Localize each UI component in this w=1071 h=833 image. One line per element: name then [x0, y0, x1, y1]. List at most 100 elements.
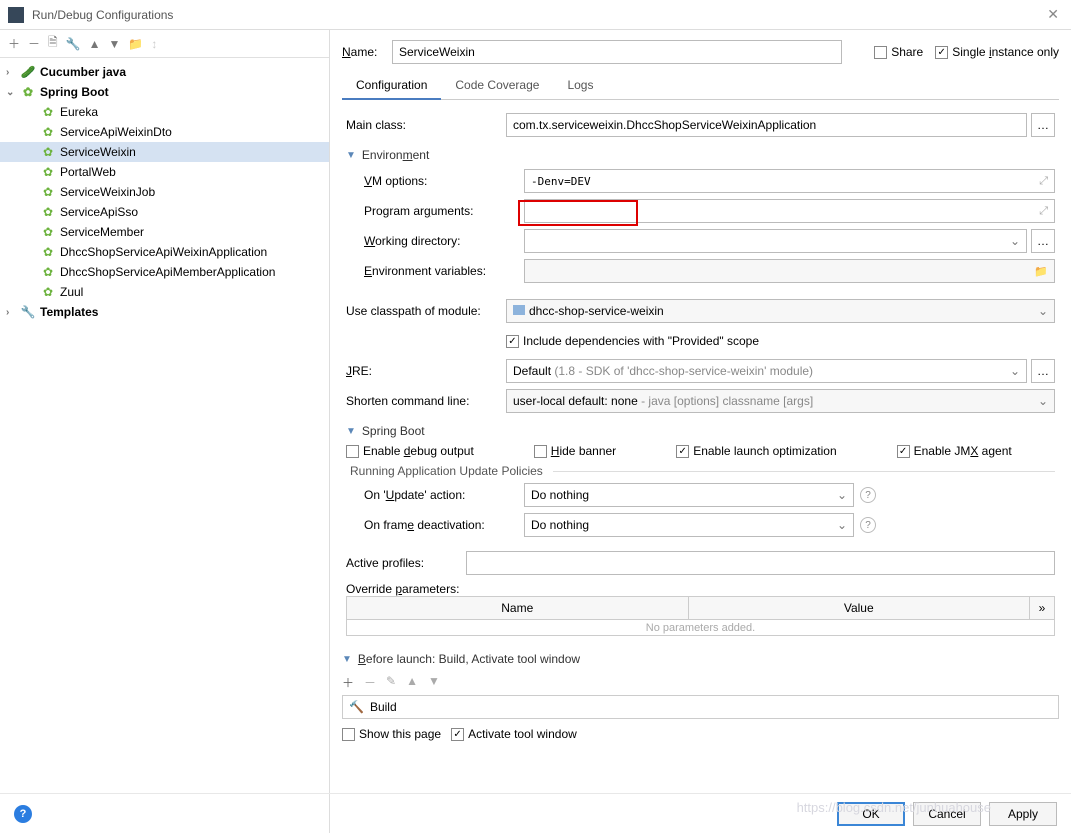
enable-launch-checkbox[interactable]: Enable launch optimization	[676, 444, 836, 458]
tree-item[interactable]: ✿PortalWeb	[0, 162, 329, 182]
environment-section[interactable]: ▼Environment	[346, 148, 1055, 162]
bl-up-icon[interactable]: ▲	[406, 674, 418, 691]
tree-item[interactable]: ✿ServiceApiSso	[0, 202, 329, 222]
cancel-button[interactable]: Cancel	[913, 802, 981, 826]
env-vars-input[interactable]: 📁	[524, 259, 1055, 283]
tree-item[interactable]: ✿DhccShopServiceApiMemberApplication	[0, 262, 329, 282]
tree-springboot[interactable]: ⌄✿ Spring Boot	[0, 82, 329, 102]
enable-jmx-checkbox[interactable]: Enable JMX agent	[897, 444, 1012, 458]
apply-button[interactable]: Apply	[989, 802, 1057, 826]
build-task-row[interactable]: 🔨 Build	[342, 695, 1059, 719]
name-input[interactable]	[392, 40, 842, 64]
share-label: Share	[891, 45, 923, 59]
expand-icon[interactable]: ⤢	[1039, 205, 1048, 218]
tab-configuration[interactable]: Configuration	[342, 72, 441, 100]
help-icon[interactable]: ?	[860, 517, 876, 533]
tree-item[interactable]: ✿ Zuul	[0, 282, 329, 302]
shorten-label: Shorten command line:	[346, 394, 506, 408]
folder-icon[interactable]: 📁	[1034, 265, 1048, 278]
spring-leaf-icon: ✿	[40, 284, 56, 300]
hide-banner-checkbox[interactable]: Hide banner	[534, 444, 616, 458]
tree-item[interactable]: ✿ DhccShopServiceApiWeixinApplication	[0, 242, 329, 262]
jre-label: JRE:	[346, 364, 506, 378]
folder-action-icon[interactable]: 📁	[128, 37, 143, 51]
up-icon[interactable]: ▲	[89, 37, 101, 51]
tree-item[interactable]: ✿ServiceApiWeixinDto	[0, 122, 329, 142]
tree-templates[interactable]: ›🔧 Templates	[0, 302, 329, 322]
spring-leaf-icon: ✿	[40, 224, 56, 240]
hammer-icon: 🔨	[349, 700, 364, 714]
working-dir-input[interactable]: ⌄	[524, 229, 1027, 253]
env-vars-label: Environment variables:	[364, 264, 524, 278]
update-action-select[interactable]: Do nothing⌄	[524, 483, 854, 507]
jre-select[interactable]: Default (1.8 - SDK of 'dhcc-shop-service…	[506, 359, 1027, 383]
frame-deactivation-label: On frame deactivation:	[364, 518, 524, 532]
wrench-icon[interactable]: 🔧	[66, 37, 81, 51]
tree-label: PortalWeb	[60, 165, 116, 179]
classpath-select[interactable]: dhcc-shop-service-weixin⌄	[506, 299, 1055, 323]
tree-cucumber[interactable]: ›🥒 Cucumber java	[0, 62, 329, 82]
before-launch-section[interactable]: ▼Before launch: Build, Activate tool win…	[342, 652, 1059, 666]
build-task-label: Build	[370, 700, 397, 714]
config-tree[interactable]: ›🥒 Cucumber java ⌄✿ Spring Boot ✿Eureka …	[0, 58, 329, 803]
program-args-label: Program arguments:	[364, 204, 524, 218]
hide-banner-label: Hide banner	[551, 444, 616, 458]
single-instance-checkbox[interactable]: Single instance only	[935, 45, 1059, 59]
tab-logs[interactable]: Logs	[553, 72, 607, 99]
activate-tool-window-checkbox[interactable]: Activate tool window	[451, 727, 577, 741]
close-icon[interactable]: ✕	[1043, 6, 1063, 23]
titlebar: Run/Debug Configurations ✕	[0, 0, 1071, 30]
override-params-label: Override parameters:	[346, 582, 1055, 596]
bl-edit-icon[interactable]: ✎	[386, 674, 396, 691]
bl-add-icon[interactable]: ＋	[342, 674, 354, 691]
before-launch-toolbar: ＋ － ✎ ▲ ▼	[342, 670, 1059, 695]
override-params-table[interactable]: Name Value » No parameters added.	[346, 596, 1055, 636]
tree-label: Zuul	[60, 285, 83, 299]
spring-leaf-icon: ✿	[40, 104, 56, 120]
enable-debug-label: Enable debug output	[363, 444, 474, 458]
main-class-label: Main class:	[346, 118, 506, 132]
program-args-input[interactable]: ⤢	[524, 199, 1055, 223]
enable-debug-checkbox[interactable]: Enable debug output	[346, 444, 474, 458]
tree-label: ServiceApiSso	[60, 205, 138, 219]
springboot-section[interactable]: ▼Spring Boot	[346, 424, 1055, 438]
tree-item[interactable]: ✿ServiceWeixinJob	[0, 182, 329, 202]
ok-button[interactable]: OK	[837, 802, 905, 826]
frame-deactivation-select[interactable]: Do nothing⌄	[524, 513, 854, 537]
tree-label: DhccShopServiceApiWeixinApplication	[60, 245, 267, 259]
show-this-page-checkbox[interactable]: Show this page	[342, 727, 441, 741]
add-icon[interactable]: ＋	[8, 35, 20, 52]
remove-icon[interactable]: －	[28, 35, 40, 52]
down-icon[interactable]: ▼	[109, 37, 121, 51]
tree-item[interactable]: ✿ServiceMember	[0, 222, 329, 242]
shorten-select[interactable]: user-local default: none - java [options…	[506, 389, 1055, 413]
single-instance-label: Single instance only	[952, 45, 1059, 59]
jre-browse[interactable]: …	[1031, 359, 1055, 383]
expand-icon[interactable]: ⤢	[1039, 175, 1048, 188]
spring-leaf-icon: ✿	[40, 264, 56, 280]
copy-icon[interactable]: 🗎	[48, 33, 58, 54]
include-provided-label: Include dependencies with "Provided" sco…	[523, 334, 759, 348]
sort-icon[interactable]: ↕	[151, 37, 157, 51]
tree-item[interactable]: ✿Eureka	[0, 102, 329, 122]
tree-item-selected[interactable]: ✿ServiceWeixin	[0, 142, 329, 162]
show-page-label: Show this page	[359, 727, 441, 741]
bottom-bar: ? OK Cancel Apply	[0, 793, 1071, 833]
bl-remove-icon[interactable]: －	[364, 674, 376, 691]
params-more-icon[interactable]: »	[1030, 597, 1054, 619]
col-value: Value	[689, 597, 1031, 619]
main-class-input[interactable]: com.tx.serviceweixin.DhccShopServiceWeix…	[506, 113, 1027, 137]
main-class-browse[interactable]: …	[1031, 113, 1055, 137]
vm-options-input[interactable]: -Denv=DEV⤢	[524, 169, 1055, 193]
include-provided-checkbox[interactable]: Include dependencies with "Provided" sco…	[506, 334, 759, 348]
help-button[interactable]: ?	[14, 805, 32, 823]
spring-leaf-icon: ✿	[40, 144, 56, 160]
window-title: Run/Debug Configurations	[32, 8, 1043, 22]
tab-code-coverage[interactable]: Code Coverage	[441, 72, 553, 99]
bl-down-icon[interactable]: ▼	[428, 674, 440, 691]
share-checkbox[interactable]: Share	[874, 45, 923, 59]
working-dir-browse[interactable]: …	[1031, 229, 1055, 253]
spring-leaf-icon: ✿	[40, 244, 56, 260]
active-profiles-input[interactable]	[466, 551, 1055, 575]
help-icon[interactable]: ?	[860, 487, 876, 503]
